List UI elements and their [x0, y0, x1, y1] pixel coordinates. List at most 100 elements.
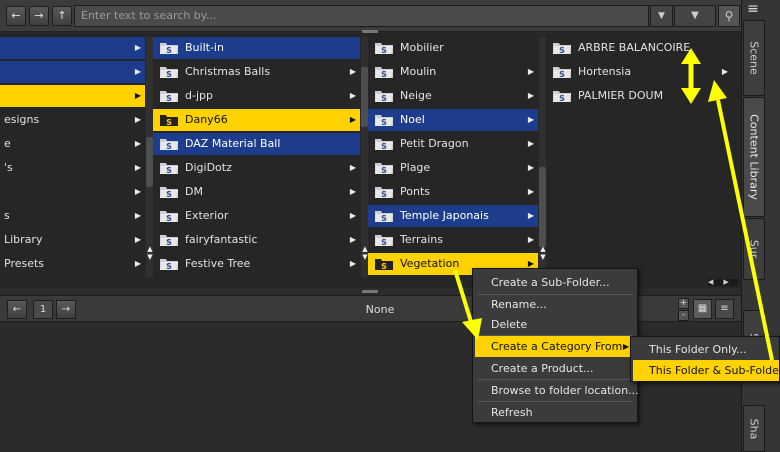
folder-label: DigiDotz — [185, 161, 232, 174]
column-2-scrollbar[interactable] — [539, 37, 546, 277]
folder-item[interactable]: S Moulin ▶ — [368, 61, 538, 83]
expand-arrow-icon: ▶ — [134, 67, 141, 76]
menu-item-create-category-from[interactable]: Create a Category From ▶ — [475, 336, 635, 357]
folder-item[interactable]: ▶ — [0, 181, 145, 203]
expand-arrow-icon: ▶ — [527, 235, 534, 244]
folder-icon: S — [159, 137, 179, 151]
folder-icon: S — [374, 185, 394, 199]
folder-item[interactable]: S PALMIER DOUM — [546, 85, 732, 107]
folder-item[interactable]: S Ponts ▶ — [368, 181, 538, 203]
folder-label: 's — [4, 161, 13, 174]
folder-icon: S — [552, 41, 572, 55]
tab-shaping[interactable]: Sha — [743, 405, 765, 452]
search-options-dropdown[interactable]: ▼ — [674, 5, 716, 27]
menu-item-browse-to-folder[interactable]: Browse to folder location... — [475, 380, 639, 401]
column-1-scroll-arrows[interactable]: ▲ ▼ — [361, 245, 369, 263]
folder-label: Exterior — [185, 209, 229, 222]
svg-text:S: S — [381, 94, 387, 103]
expand-arrow-icon: ▶ — [349, 187, 356, 196]
tab-surfaces[interactable]: Sur — [743, 218, 765, 280]
column-2-scroll-arrows[interactable]: ▲ ▼ — [539, 245, 547, 263]
zoom-out-button[interactable]: - — [678, 310, 689, 321]
folder-item[interactable]: S Petit Dragon ▶ — [368, 133, 538, 155]
column-1-scrollbar[interactable] — [361, 37, 368, 277]
folder-item[interactable]: S Christmas Balls ▶ — [153, 61, 360, 83]
tab-content-library[interactable]: Content Library — [743, 97, 765, 217]
expand-arrow-icon: ▶ — [134, 235, 141, 244]
folder-item[interactable]: S Terrains ▶ — [368, 229, 538, 251]
tab-scene[interactable]: Scene — [743, 20, 765, 96]
folder-icon: S — [374, 65, 394, 79]
back-arrow-icon[interactable]: ← — [6, 6, 26, 26]
folder-item[interactable]: ▶ — [0, 85, 145, 107]
page-number[interactable]: 1 — [33, 300, 53, 319]
column-0-scroll-arrows[interactable]: ▲ ▼ — [146, 245, 154, 263]
grid-view-icon[interactable]: ▦ — [693, 299, 712, 319]
expand-arrow-icon: ▶ — [349, 211, 356, 220]
folder-label: Temple Japonais — [400, 209, 489, 222]
submenu-item-this-folder-only[interactable]: This Folder Only... — [633, 339, 779, 360]
submenu-item-this-folder-and-sub-folders[interactable]: This Folder & Sub-Folders... — [633, 360, 779, 381]
folder-label: PALMIER DOUM — [578, 89, 664, 102]
menu-item-delete[interactable]: Delete — [475, 314, 635, 335]
folder-label: d-jpp — [185, 89, 213, 102]
folder-item[interactable]: ▶ — [0, 37, 145, 59]
folder-label: Noel — [400, 113, 425, 126]
folder-icon: S — [159, 209, 179, 223]
folder-item[interactable]: S Exterior ▶ — [153, 205, 360, 227]
svg-text:S: S — [166, 46, 172, 55]
folder-item[interactable]: S Hortensia ▶ — [546, 61, 732, 83]
menu-item-create-sub-folder[interactable]: Create a Sub-Folder... — [475, 272, 635, 293]
zoom-in-button[interactable]: + — [678, 298, 689, 309]
folder-item[interactable]: S DM ▶ — [153, 181, 360, 203]
folder-item[interactable]: S Noel ▶ — [368, 109, 538, 131]
folder-item[interactable]: Library ▶ — [0, 229, 145, 251]
folder-item[interactable]: s ▶ — [0, 205, 145, 227]
column-0: ▶ ▶ ▶ esigns ▶ e ▶'s ▶ ▶ s ▶ Library ▶ Presets ▶ — [0, 37, 145, 277]
folder-label: Festive Tree — [185, 257, 251, 270]
folder-label: Ponts — [400, 185, 430, 198]
folder-icon: S — [159, 161, 179, 175]
column-0-scrollbar[interactable] — [146, 37, 153, 277]
folder-item[interactable]: e ▶ — [0, 133, 145, 155]
folder-icon: S — [374, 161, 394, 175]
folder-label: Hortensia — [578, 65, 632, 78]
folder-item[interactable]: S Dany66 ▶ — [153, 109, 360, 131]
folder-item[interactable]: S Temple Japonais ▶ — [368, 205, 538, 227]
folder-item[interactable]: Sfairyfantastic ▶ — [153, 229, 360, 251]
folder-item[interactable]: S Plage ▶ — [368, 157, 538, 179]
menu-item-rename[interactable]: Rename... — [475, 294, 635, 315]
search-history-dropdown[interactable]: ▼ — [650, 5, 673, 27]
next-page-icon[interactable]: → — [56, 300, 76, 319]
folder-item[interactable]: esigns ▶ — [0, 109, 145, 131]
folder-label: DM — [185, 185, 203, 198]
menu-item-refresh[interactable]: Refresh — [475, 402, 635, 423]
folder-item[interactable]: ▶ — [0, 61, 145, 83]
svg-text:S: S — [381, 190, 387, 199]
menu-item-create-product[interactable]: Create a Product... — [475, 358, 635, 379]
folder-item[interactable]: Sd-jpp ▶ — [153, 85, 360, 107]
folder-column-browser: ▶ ▶ ▶ esigns ▶ e ▶'s ▶ ▶ s ▶ Library ▶ Presets ▶ S Buil… — [0, 33, 741, 288]
folder-item[interactable]: S DigiDotz ▶ — [153, 157, 360, 179]
folder-item[interactable]: S DAZ Material Ball — [153, 133, 360, 155]
folder-label: fairyfantastic — [185, 233, 258, 246]
expand-arrow-icon: ▶ — [134, 259, 141, 268]
folder-item[interactable]: Presets ▶ — [0, 253, 145, 275]
folder-item[interactable]: S Festive Tree ▶ — [153, 253, 360, 275]
category-submenu: This Folder Only... This Folder & Sub-Fo… — [630, 336, 780, 382]
folder-item[interactable]: 's ▶ — [0, 157, 145, 179]
search-icon[interactable]: ⚲ — [718, 5, 740, 27]
pane-menu-icon[interactable]: ≡ — [744, 2, 762, 18]
list-view-icon[interactable]: ≡ — [715, 299, 734, 319]
prev-page-icon[interactable]: ← — [7, 300, 27, 319]
up-folder-icon[interactable]: ↑ — [52, 6, 72, 26]
horizontal-scroll-arrows[interactable]: ◀▶ — [708, 279, 738, 286]
folder-item[interactable]: S Built-in — [153, 37, 360, 59]
folder-item[interactable]: S Neige ▶ — [368, 85, 538, 107]
search-input[interactable]: Enter text to search by... — [74, 5, 649, 27]
expand-arrow-icon: ▶ — [349, 67, 356, 76]
splitter-handle-bottom[interactable] — [362, 290, 378, 293]
folder-item[interactable]: S Mobilier — [368, 37, 538, 59]
forward-arrow-icon[interactable]: → — [29, 6, 49, 26]
folder-item[interactable]: S ARBRE BALANCOIRE — [546, 37, 732, 59]
